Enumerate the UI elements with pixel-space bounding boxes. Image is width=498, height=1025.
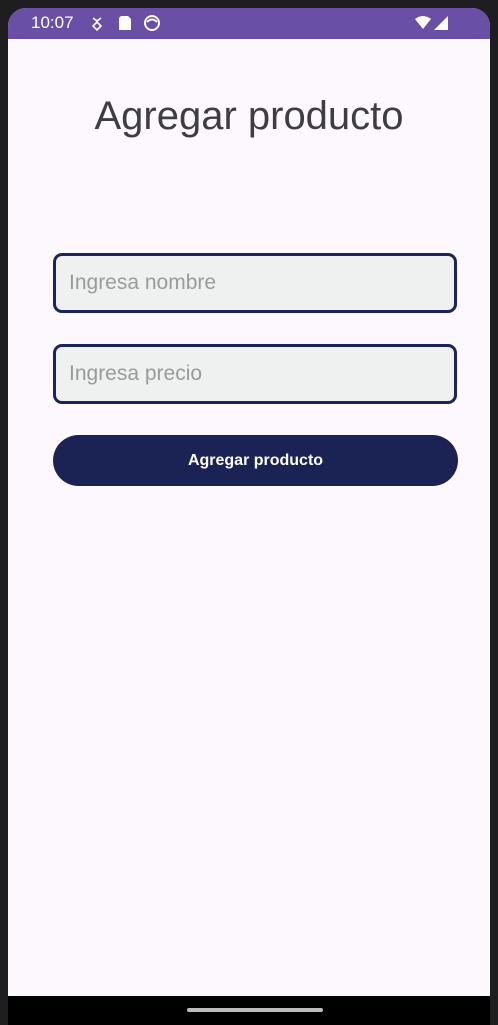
status-time: 10:07: [31, 13, 74, 32]
add-product-button[interactable]: Agregar producto: [53, 435, 458, 486]
name-input[interactable]: [56, 256, 454, 310]
status-bar: 10:07: [8, 8, 490, 39]
bug-icon: [88, 14, 106, 32]
home-handle[interactable]: [187, 1008, 323, 1012]
wifi-icon: [414, 14, 432, 32]
signal-icon: [432, 14, 450, 32]
price-field[interactable]: [53, 344, 457, 404]
circle-face-icon: [143, 14, 161, 32]
price-input[interactable]: [56, 347, 454, 401]
page-title: Agregar producto: [94, 94, 404, 138]
phone-screen: 10:07 Agregar producto Ingresa nombre In…: [8, 8, 490, 1025]
sd-card-icon: [116, 14, 134, 32]
name-field[interactable]: [53, 253, 457, 313]
navigation-bar: [8, 996, 490, 1025]
